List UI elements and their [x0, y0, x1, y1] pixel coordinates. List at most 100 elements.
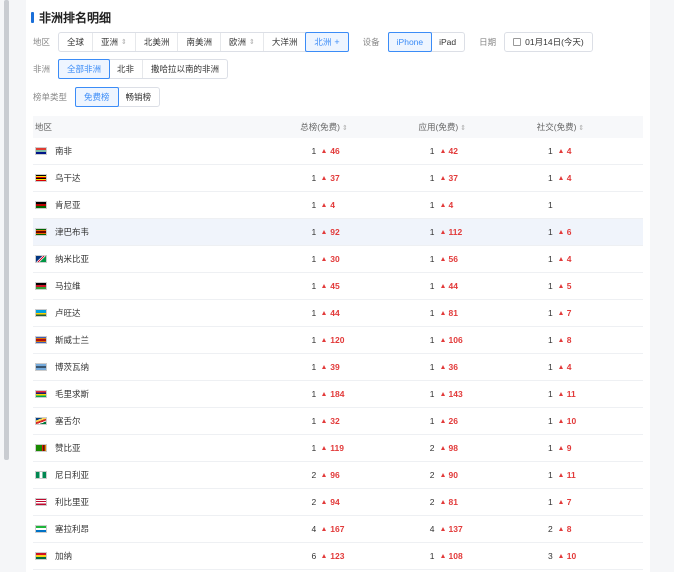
africa-option[interactable]: 全部非洲: [58, 59, 111, 79]
cell-apps: 2 81: [419, 497, 525, 507]
rank-change: 98: [440, 443, 458, 453]
filter-row-list-type: 榜单类型 免费榜 畅销榜: [33, 87, 161, 107]
region-option[interactable]: 欧洲 ⇕: [221, 33, 264, 51]
rank-value: 3: [548, 551, 553, 561]
up-arrow-icon: [440, 446, 445, 450]
rank-change: 37: [440, 173, 458, 183]
cell-apps: 4 137: [419, 524, 525, 534]
table-row[interactable]: 尼日利亚 2 96 2 90 1 11: [33, 462, 643, 489]
table-row[interactable]: 津巴布韦 1 92 1 112 1 6: [33, 219, 643, 246]
cell-apps: 1 106: [419, 335, 525, 345]
rank-value: 1: [429, 335, 435, 345]
rank-change: 119: [322, 443, 344, 453]
up-arrow-icon: [440, 500, 445, 504]
up-arrow-icon: [558, 473, 563, 477]
rank-change: 81: [440, 497, 458, 507]
up-arrow-icon: [440, 554, 445, 558]
rank-change: 4: [558, 173, 571, 183]
table-row[interactable]: 纳米比亚 1 30 1 56 1 4: [33, 246, 643, 273]
device-option[interactable]: iPad: [431, 33, 464, 51]
table-row[interactable]: 斯威士兰 1 120 1 106 1 8: [33, 327, 643, 354]
region-option[interactable]: 全球: [59, 33, 94, 51]
region-option[interactable]: 北美洲: [136, 33, 179, 51]
title-accent-bar: [31, 12, 34, 23]
up-arrow-icon: [322, 419, 327, 423]
up-arrow-icon: [558, 338, 563, 342]
up-arrow-icon: [558, 500, 563, 504]
up-arrow-icon: [322, 500, 327, 504]
region-option[interactable]: 亚洲 ⇕: [93, 33, 136, 51]
region-option[interactable]: 北洲 +: [305, 32, 349, 52]
rank-change: 108: [440, 551, 463, 561]
table-row[interactable]: 乌干达 1 37 1 37 1 4: [33, 165, 643, 192]
table-row[interactable]: 马拉维 1 45 1 44 1 5: [33, 273, 643, 300]
rank-change: 4: [558, 146, 571, 156]
list-type-option[interactable]: 免费榜: [75, 87, 119, 107]
region-option[interactable]: 大洋洲: [264, 33, 307, 51]
rank-change: 184: [322, 389, 344, 399]
header-overall[interactable]: 总榜(免费) ⇕: [300, 121, 406, 133]
header-apps[interactable]: 应用(免费) ⇕: [419, 121, 525, 133]
header-social[interactable]: 社交(免费) ⇕: [537, 121, 643, 133]
rank-change: 39: [322, 362, 340, 372]
flag-na-icon: [35, 255, 47, 263]
rank-value: 2: [429, 497, 435, 507]
table-row[interactable]: 赞比亚 1 119 2 98 1 9: [33, 435, 643, 462]
device-segmented-control: iPhone iPad: [387, 32, 466, 52]
rank-change: 106: [440, 335, 463, 345]
cell-apps: 1 42: [419, 146, 525, 156]
list-type-segmented-control: 免费榜 畅销榜: [75, 87, 161, 107]
cell-social: 14: [537, 362, 643, 372]
table-body: 南非 1 46 1 42 1 4 乌干达 1 37 1 37 1 4 肯尼亚 1 4 1 4 1 津巴布韦 1 92 1 112…: [33, 138, 643, 570]
cell-social: 1 11: [537, 470, 643, 480]
region-option[interactable]: 南美洲: [178, 33, 221, 51]
cell-region: 博茨瓦纳: [33, 361, 267, 373]
rank-value: 1: [548, 335, 553, 345]
up-arrow-icon: [322, 392, 327, 396]
cell-region: 纳米比亚: [33, 253, 267, 265]
flag-ke-icon: [35, 201, 47, 209]
table-row[interactable]: 加纳 6 123 1 108 3 10: [33, 543, 643, 570]
rank-value: 2: [548, 524, 553, 534]
table-row[interactable]: 利比里亚 2 94 2 81 1 7: [33, 489, 643, 516]
table-header: 地区 总榜(免费) ⇕ 应用(免费) ⇕ 社交(免费) ⇕: [33, 116, 643, 138]
rank-change: 92: [322, 227, 340, 237]
date-value: 01月14日(今天): [525, 37, 584, 47]
cell-apps: 2 98: [419, 443, 525, 453]
cell-apps: 1 143: [419, 389, 525, 399]
rank-change: 10: [558, 416, 576, 426]
table-row[interactable]: 卢旺达 1 44 1 81 1 7: [33, 300, 643, 327]
flag-za-icon: [35, 147, 47, 155]
flag-sl-icon: [35, 525, 47, 533]
ranking-table: 地区 总榜(免费) ⇕ 应用(免费) ⇕ 社交(免费) ⇕ 南非 1 46 1 42 1 4 乌干达…: [33, 116, 643, 570]
device-filter-label: 设备: [362, 37, 380, 47]
up-arrow-icon: [440, 230, 445, 234]
cell-social: 3 10: [537, 551, 643, 561]
header-region: 地区: [35, 122, 53, 132]
cell-overall: 1 92: [300, 227, 406, 237]
table-row[interactable]: 博茨瓦纳 1 39 1 36 1 4: [33, 354, 643, 381]
rank-value: 4: [311, 524, 317, 534]
device-option[interactable]: iPhone: [387, 32, 433, 52]
cell-overall: 1 30: [300, 254, 406, 264]
rank-change: 120: [322, 335, 344, 345]
cell-apps: 1 108: [419, 551, 525, 561]
cell-overall: 1 46: [300, 146, 406, 156]
cell-region: 肯尼亚: [33, 199, 267, 211]
table-row[interactable]: 南非 1 46 1 42 1 4: [33, 138, 643, 165]
country-name: 卢旺达: [55, 308, 81, 318]
table-row[interactable]: 塞拉利昂 4 167 4 137 2 8: [33, 516, 643, 543]
date-picker[interactable]: 01月14日(今天): [504, 32, 593, 52]
up-arrow-icon: [558, 257, 563, 261]
rank-value: 1: [548, 308, 553, 318]
cell-region: 尼日利亚: [33, 469, 267, 481]
africa-option[interactable]: 撒哈拉以南的非洲: [143, 60, 227, 78]
table-row[interactable]: 塞舌尔 1 32 1 26 1 10: [33, 408, 643, 435]
rank-change: 30: [322, 254, 340, 264]
table-row[interactable]: 毛里求斯 1 184 1 143 1 11: [33, 381, 643, 408]
region-filter-label: 地区: [33, 37, 51, 47]
list-type-option[interactable]: 畅销榜: [118, 88, 160, 106]
flag-lr-icon: [35, 498, 47, 506]
africa-option[interactable]: 北非: [109, 60, 144, 78]
table-row[interactable]: 肯尼亚 1 4 1 4 1: [33, 192, 643, 219]
